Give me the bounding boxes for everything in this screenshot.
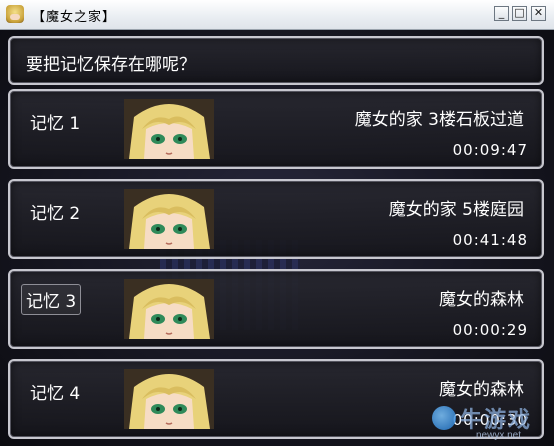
viola-portrait-icon — [124, 189, 214, 249]
app-icon — [6, 5, 24, 23]
game-screen: 要把记忆保存在哪呢？ 记忆 1 魔女的家 3楼石板过道 00:09:47 记忆 … — [0, 30, 554, 446]
slot-label: 记忆 1 — [30, 114, 81, 134]
title-bar: 【魔女之家】 _ □ ✕ — [0, 0, 554, 30]
minimize-button[interactable]: _ — [494, 6, 509, 21]
maximize-button[interactable]: □ — [512, 6, 527, 21]
close-button[interactable]: ✕ — [531, 6, 546, 21]
viola-portrait-icon — [124, 99, 214, 159]
slot-location: 魔女的家 5楼庭园 — [388, 200, 524, 220]
slot-location: 魔女的森林 — [439, 380, 524, 400]
slot-playtime: 00:00:29 — [452, 321, 528, 339]
slot-playtime: 00:09:47 — [452, 141, 528, 159]
watermark-url: newyx.net — [476, 430, 522, 441]
save-prompt-panel: 要把记忆保存在哪呢？ — [8, 36, 544, 85]
site-watermark: 牛游戏 newyx.net — [432, 402, 552, 442]
slot-label: 记忆 4 — [30, 384, 81, 404]
save-slot-3[interactable]: 记忆 3 魔女的森林 00:00:29 — [8, 269, 544, 349]
viola-portrait-icon — [124, 279, 214, 339]
viola-portrait-icon — [124, 369, 214, 429]
slot-label-selected: 记忆 3 — [21, 284, 82, 315]
slot-location: 魔女的森林 — [439, 290, 524, 310]
save-slot-1[interactable]: 记忆 1 魔女的家 3楼石板过道 00:09:47 — [8, 89, 544, 169]
window-title: 【魔女之家】 — [32, 10, 117, 25]
save-prompt-text: 要把记忆保存在哪呢？ — [26, 55, 196, 75]
slot-playtime: 00:41:48 — [452, 231, 528, 249]
slot-label: 记忆 2 — [30, 204, 81, 224]
save-slot-2[interactable]: 记忆 2 魔女的家 5楼庭园 00:41:48 — [8, 179, 544, 259]
watermark-logo-icon — [432, 406, 456, 430]
slot-location: 魔女的家 3楼石板过道 — [354, 110, 524, 130]
